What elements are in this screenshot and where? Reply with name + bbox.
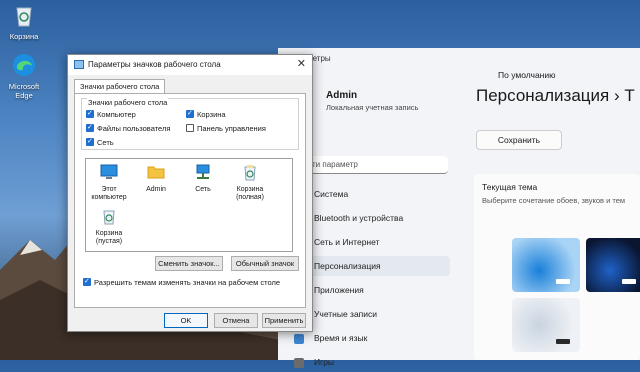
checkbox-computer[interactable]: Компьютер bbox=[86, 109, 136, 119]
ok-button[interactable]: OK bbox=[164, 313, 208, 328]
desktop-icon-settings-dialog: Параметры значков рабочего стола ✕ Значк… bbox=[67, 54, 313, 332]
theme-thumbnail[interactable] bbox=[512, 238, 580, 292]
checkbox-label: Файлы пользователя bbox=[97, 124, 171, 133]
window-icon bbox=[74, 60, 84, 69]
sidebar-item-label: Игры bbox=[314, 357, 335, 367]
folder-icon bbox=[147, 166, 165, 179]
sidebar-item-label: Система bbox=[314, 189, 349, 199]
icon-item-this-pc[interactable]: Этот компьютер bbox=[89, 163, 129, 202]
checkbox-box[interactable] bbox=[86, 123, 94, 132]
sidebar-item[interactable]: Время и язык bbox=[294, 328, 450, 348]
gamepad-icon bbox=[294, 357, 304, 368]
sidebar-item[interactable]: Система bbox=[294, 184, 450, 204]
close-icon[interactable]: ✕ bbox=[297, 57, 306, 70]
icon-item-network[interactable]: Сеть bbox=[183, 163, 223, 194]
sidebar-item-label: Учетные записи bbox=[314, 309, 378, 319]
theme-card-title: Текущая тема bbox=[482, 182, 538, 192]
sidebar-item[interactable]: Учетные записи bbox=[294, 304, 450, 324]
checkbox-box[interactable] bbox=[86, 137, 94, 146]
page-title: Персонализация › Т bbox=[476, 86, 635, 105]
icon-item-label: Корзина (пустая) bbox=[95, 230, 123, 245]
settings-content: По умолчанию Персонализация › Т Сохранит… bbox=[468, 68, 640, 360]
settings-search-input[interactable]: ти параметр bbox=[308, 156, 448, 174]
icon-list: Этот компьютер Admin Сеть Корзина (полна… bbox=[85, 158, 293, 252]
recycle-bin-full-icon bbox=[244, 165, 256, 181]
checkbox-box[interactable] bbox=[83, 277, 91, 286]
apply-button[interactable]: Применить bbox=[262, 313, 306, 328]
checkbox-recycle-bin[interactable]: Корзина bbox=[186, 109, 226, 119]
checkbox-label: Разрешить темам изменять значки на рабоч… bbox=[94, 278, 280, 287]
icon-item-recycle-full[interactable]: Корзина (полная) bbox=[230, 163, 270, 202]
user-account-block[interactable]: Admin Локальная учетная запись bbox=[326, 90, 418, 112]
desktop-icon-label: Корзина bbox=[9, 32, 39, 41]
icon-item-label: Сеть bbox=[195, 186, 211, 193]
recycle-bin-empty-icon bbox=[103, 210, 115, 225]
desktop-icons-group: Значки рабочего стола Компьютер Корзина … bbox=[81, 98, 299, 150]
checkbox-network[interactable]: Сеть bbox=[86, 137, 114, 147]
checkbox-label: Сеть bbox=[97, 138, 114, 147]
change-icon-button[interactable]: Сменить значок... bbox=[155, 256, 223, 271]
settings-window: Параметры Admin Локальная учетная запись… bbox=[278, 48, 640, 368]
desktop-icon-recycle-bin[interactable]: Корзина bbox=[2, 2, 46, 41]
dialog-titlebar[interactable]: Параметры значков рабочего стола ✕ bbox=[68, 55, 312, 75]
icon-item-admin[interactable]: Admin bbox=[136, 163, 176, 194]
default-icon-button[interactable]: Обычный значок bbox=[231, 256, 299, 271]
sidebar-item-label: Приложения bbox=[314, 285, 364, 295]
checkbox-control-panel[interactable]: Панель управления bbox=[186, 124, 266, 133]
checkbox-allow-themes[interactable]: Разрешить темам изменять значки на рабоч… bbox=[83, 277, 280, 287]
sidebar-item[interactable]: Игры bbox=[294, 352, 450, 372]
group-title: Значки рабочего стола bbox=[87, 98, 169, 107]
clock-globe-icon bbox=[294, 333, 304, 344]
tab-desktop-icons[interactable]: Значки рабочего стола bbox=[74, 79, 166, 94]
checkbox-label: Панель управления bbox=[197, 124, 266, 133]
checkbox-box[interactable] bbox=[186, 109, 194, 118]
sidebar-item[interactable]: Сеть и Интернет bbox=[294, 232, 450, 252]
desktop-icon-label: Microsoft Edge bbox=[8, 82, 40, 100]
edge-icon bbox=[13, 54, 35, 76]
recycle-bin-icon bbox=[16, 7, 32, 27]
theme-card-subtitle: Выберите сочетание обоев, звуков и тем bbox=[482, 196, 626, 205]
current-theme-card[interactable]: Текущая тема Выберите сочетание обоев, з… bbox=[474, 174, 640, 360]
checkbox-label: Компьютер bbox=[97, 110, 136, 119]
default-label: По умолчанию bbox=[498, 70, 556, 80]
icon-item-label: Корзина (полная) bbox=[236, 186, 264, 201]
checkbox-label: Корзина bbox=[197, 110, 226, 119]
user-account-type: Локальная учетная запись bbox=[326, 103, 419, 112]
sidebar-item-label: Bluetooth и устройства bbox=[314, 213, 404, 223]
sidebar-item[interactable]: Bluetooth и устройства bbox=[294, 208, 450, 228]
dialog-tab-panel: Значки рабочего стола Компьютер Корзина … bbox=[74, 93, 306, 308]
network-icon bbox=[196, 164, 210, 179]
checkbox-user-files[interactable]: Файлы пользователя bbox=[86, 123, 171, 133]
sidebar-item[interactable]: Приложения bbox=[294, 280, 450, 300]
icon-item-recycle-empty[interactable]: Корзина (пустая) bbox=[89, 207, 129, 246]
theme-thumbnail[interactable] bbox=[512, 298, 580, 352]
save-button[interactable]: Сохранить bbox=[476, 130, 562, 150]
checkbox-box[interactable] bbox=[186, 124, 194, 132]
sidebar-item[interactable]: Персонализация bbox=[294, 256, 450, 276]
checkbox-box[interactable] bbox=[86, 109, 94, 118]
sidebar-item-label: Персонализация bbox=[314, 261, 381, 271]
desktop-icon-edge[interactable]: Microsoft Edge bbox=[2, 52, 46, 100]
computer-icon bbox=[100, 164, 118, 179]
icon-item-label: Этот компьютер bbox=[91, 186, 127, 201]
cancel-button[interactable]: Отмена bbox=[214, 313, 258, 328]
sidebar-item-label: Время и язык bbox=[314, 333, 368, 343]
dialog-title: Параметры значков рабочего стола bbox=[88, 60, 221, 69]
sidebar-item-label: Сеть и Интернет bbox=[314, 237, 380, 247]
user-name: Admin bbox=[326, 90, 358, 101]
theme-thumbnail[interactable] bbox=[586, 238, 640, 292]
icon-item-label: Admin bbox=[146, 186, 166, 193]
